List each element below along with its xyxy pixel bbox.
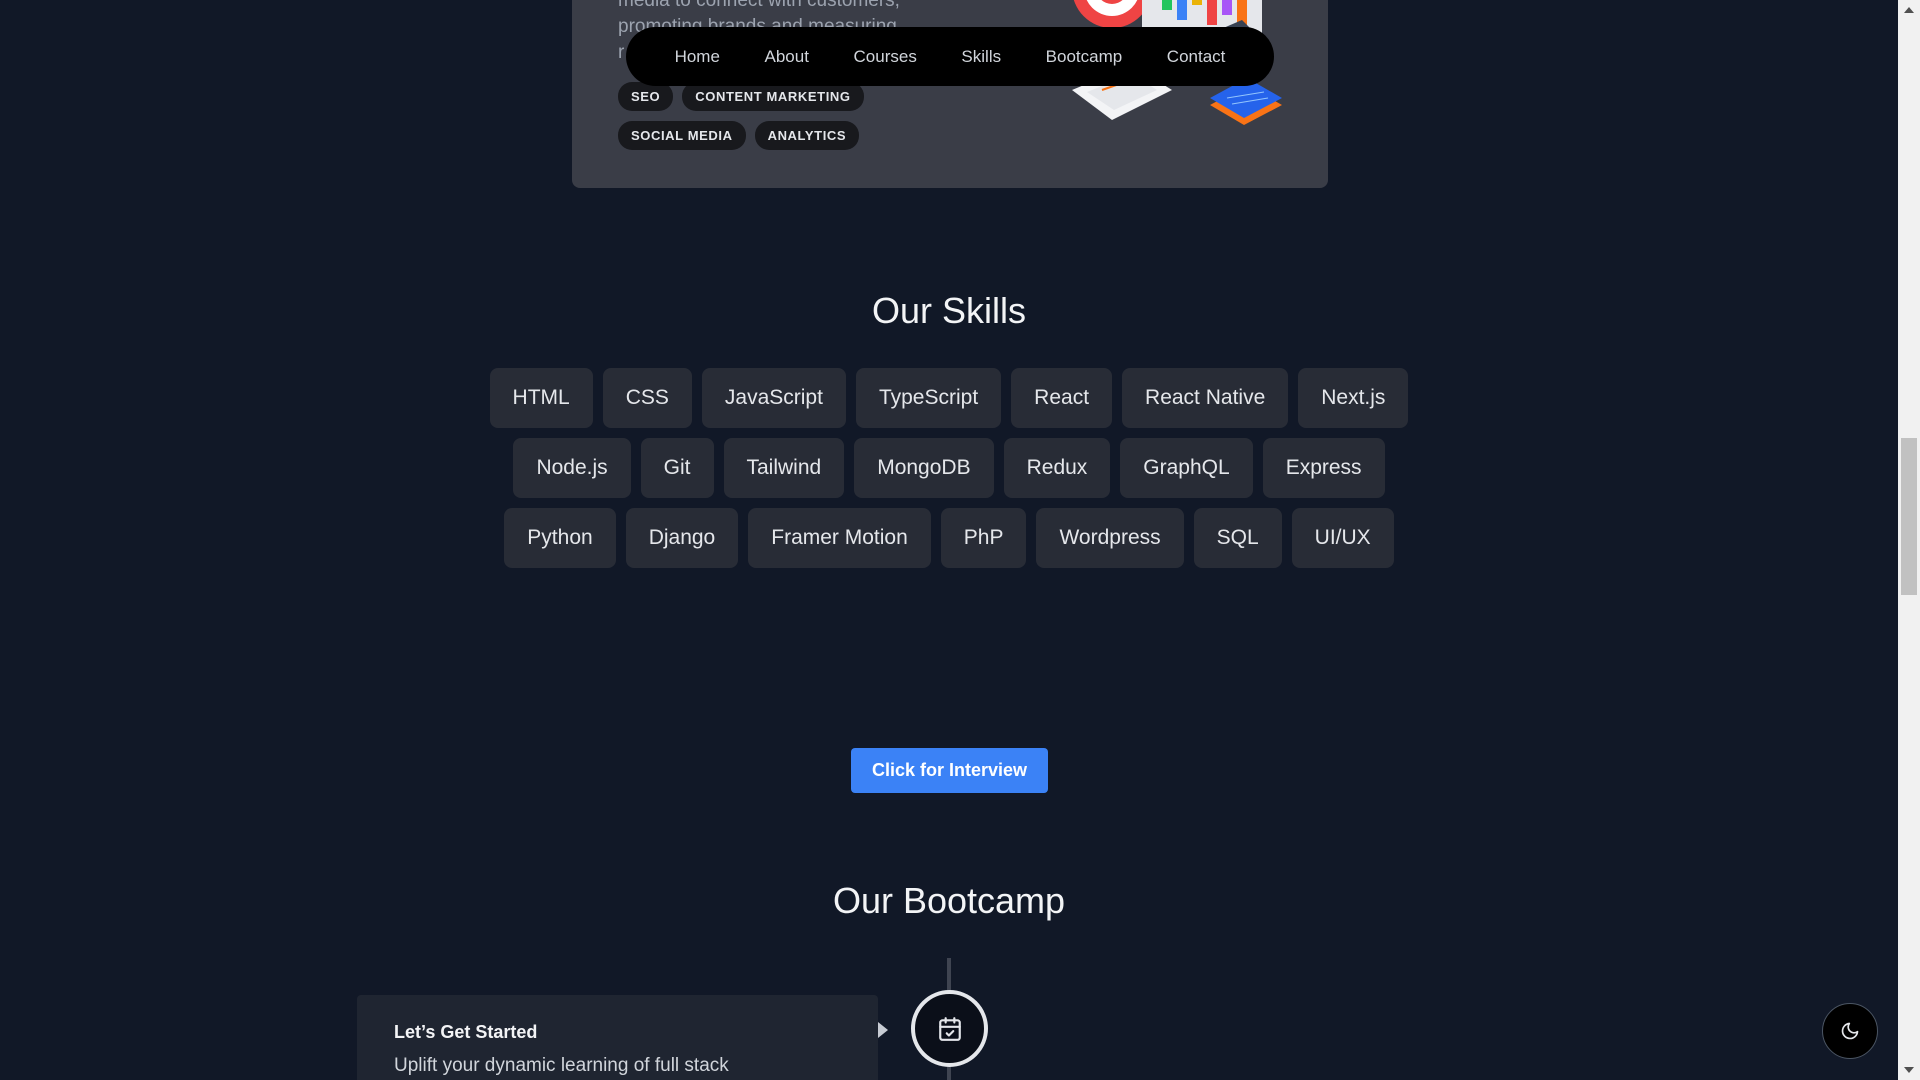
skills-row: Python Django Framer Motion PhP Wordpres… [0,508,1898,568]
skill-chip: UI/UX [1291,508,1394,568]
timeline-card: Let’s Get Started Uplift your dynamic le… [357,995,888,1080]
course-description-line: media to connect with customers, [618,0,900,11]
skills-grid: HTML CSS JavaScript TypeScript React Rea… [0,368,1898,578]
nav-contact[interactable]: Contact [1157,41,1236,73]
tag-analytics: ANALYTICS [754,121,860,150]
tag-content-marketing: CONTENT MARKETING [682,82,864,111]
skill-chip: JavaScript [701,368,846,428]
skills-row: HTML CSS JavaScript TypeScript React Rea… [0,368,1898,428]
scroll-thumb[interactable] [1901,438,1917,595]
skill-chip: React [1011,368,1113,428]
nav-courses[interactable]: Courses [844,41,927,73]
tag-row: SEO CONTENT MARKETING [618,82,918,111]
tag-social-media: SOCIAL MEDIA [618,121,746,150]
timeline-step-title: Let’s Get Started [394,1022,538,1042]
skill-chip: Redux [1003,438,1111,498]
skill-chip: Next.js [1298,368,1409,428]
skills-title: Our Skills [871,290,1027,331]
page: media to connect with customers, promoti… [0,0,1920,1080]
skill-chip: PhP [940,508,1027,568]
skill-chip: Framer Motion [748,508,931,568]
bootcamp-title: Our Bootcamp [832,880,1066,921]
skill-chip: SQL [1193,508,1282,568]
nav-bootcamp[interactable]: Bootcamp [1036,41,1133,73]
skill-chip: HTML [489,368,593,428]
skill-chip: Express [1262,438,1385,498]
nav-skills[interactable]: Skills [951,41,1011,73]
skill-chip: CSS [602,368,692,428]
skill-chip: Tailwind [723,438,845,498]
calendar-check-icon [938,1016,961,1041]
timeline-card-arrow [878,1022,888,1038]
tag-seo: SEO [618,82,674,111]
skills-row: Node.js Git Tailwind MongoDB Redux Graph… [0,438,1898,498]
tag-row: SOCIAL MEDIA ANALYTICS [618,121,918,150]
skill-chip: Django [625,508,739,568]
timeline-step-text: Uplift your dynamic learning of full sta… [394,1055,729,1076]
navbar: Home About Courses Skills Bootcamp Conta… [626,27,1274,86]
nav-about[interactable]: About [755,41,819,73]
skill-chip: Wordpress [1036,508,1184,568]
skill-chip: Node.js [513,438,631,498]
skill-chip: GraphQL [1120,438,1253,498]
skill-chip: Python [504,508,616,568]
scrollbar[interactable] [1898,0,1920,1080]
timeline-node [911,990,988,1067]
nav-home[interactable]: Home [665,41,730,73]
theme-toggle-button[interactable] [1822,1003,1878,1059]
skill-chip: TypeScript [855,368,1002,428]
scroll-up-arrow[interactable] [1904,7,1914,13]
skill-chip: Git [640,438,714,498]
moon-icon [1841,1022,1859,1040]
skill-chip: React Native [1122,368,1289,428]
scroll-down-arrow[interactable] [1904,1067,1914,1073]
interview-button[interactable]: Click for Interview [851,748,1048,793]
skill-chip: MongoDB [854,438,994,498]
course-tags: SEO CONTENT MARKETING SOCIAL MEDIA ANALY… [618,82,918,160]
